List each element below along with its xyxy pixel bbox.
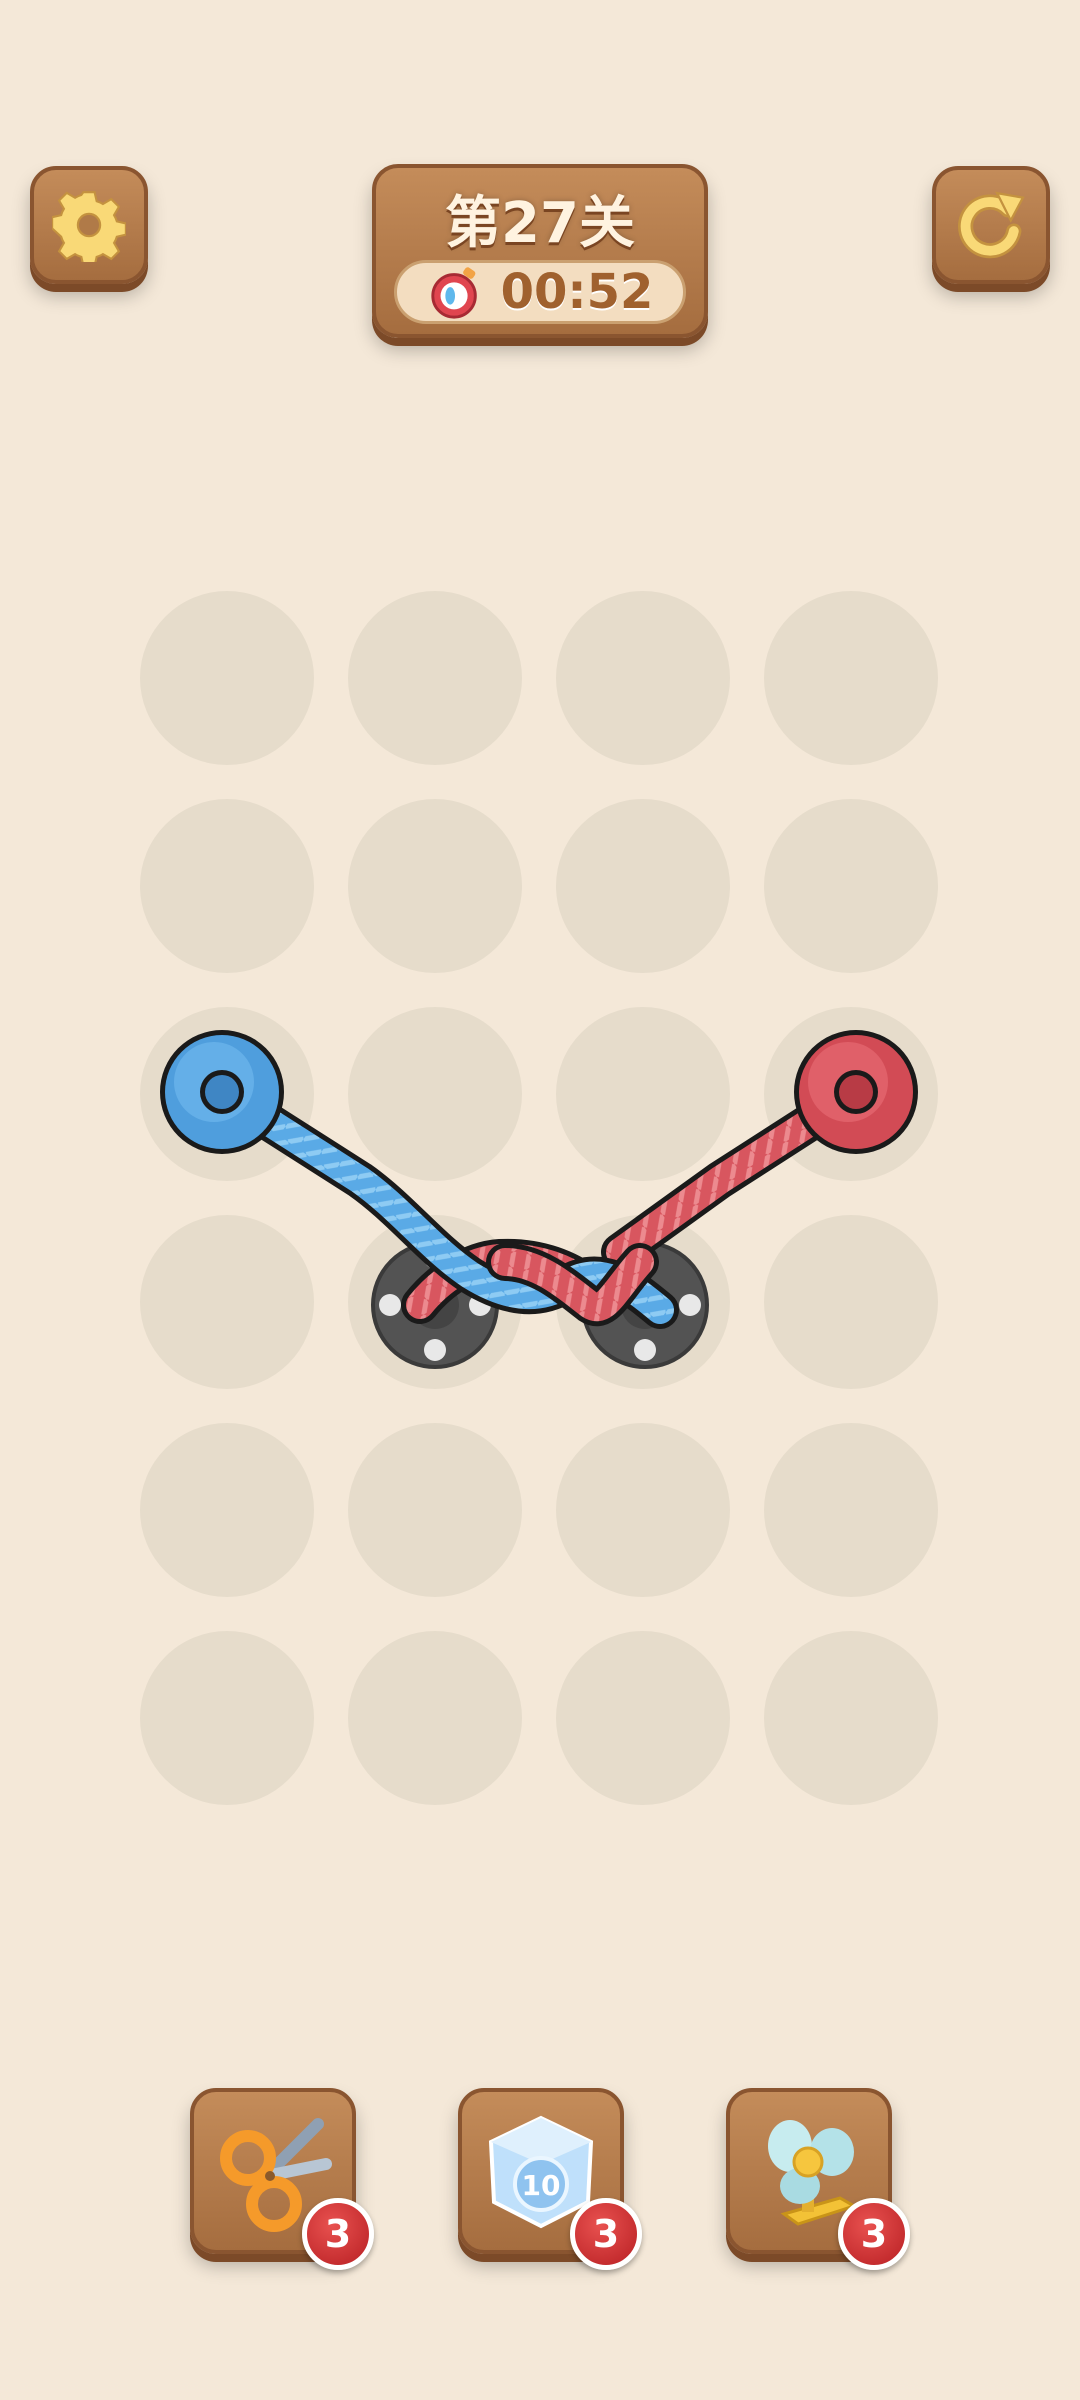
rope-end-red[interactable] [794,1030,918,1154]
hole[interactable] [764,1215,938,1389]
scissors-count-badge: 3 [302,2198,374,2270]
hole[interactable] [348,799,522,973]
hole[interactable] [764,1631,938,1805]
hole[interactable] [764,799,938,973]
hole[interactable] [556,1007,730,1181]
hole[interactable] [556,799,730,973]
hole[interactable] [348,1423,522,1597]
hole[interactable] [140,1631,314,1805]
hole[interactable] [140,799,314,973]
hole[interactable] [140,1215,314,1389]
hole[interactable] [140,591,314,765]
hole[interactable] [348,1007,522,1181]
hole[interactable] [556,1631,730,1805]
game-board[interactable] [0,0,1080,2400]
hole[interactable] [348,1631,522,1805]
freeze-count-badge: 3 [570,2198,642,2270]
hole[interactable] [764,1423,938,1597]
hole[interactable] [764,591,938,765]
fan-count-badge: 3 [838,2198,910,2270]
freeze-seconds-label: 10 [522,2169,561,2202]
scissors-tool-button[interactable]: 3 [190,2088,374,2270]
hole[interactable] [556,1423,730,1597]
hole[interactable] [556,591,730,765]
hole[interactable] [348,591,522,765]
fan-tool-button[interactable]: 3 [726,2088,910,2270]
hole-grid [140,591,938,1805]
rope-end-blue[interactable] [160,1030,284,1154]
freeze-tool-button[interactable]: 10 3 [458,2088,642,2270]
hole[interactable] [140,1423,314,1597]
